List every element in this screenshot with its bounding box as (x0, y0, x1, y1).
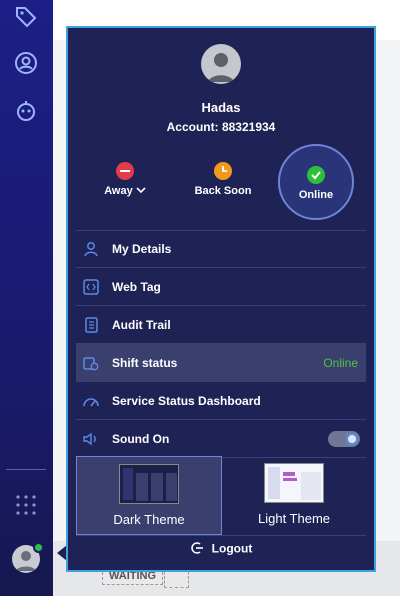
web-tag-label: Web Tag (112, 279, 161, 294)
logout-label: Logout (211, 541, 253, 556)
check-icon (307, 166, 325, 184)
gauge-icon (82, 392, 100, 410)
shift-icon (82, 354, 100, 372)
shift-status-label: Shift status (112, 355, 178, 370)
account-number: Account: 88321934 (166, 120, 276, 134)
logout-icon (190, 541, 204, 558)
chevron-down-icon[interactable] (136, 185, 146, 197)
clock-icon (214, 162, 232, 180)
dark-theme-option[interactable]: Dark Theme (76, 456, 222, 535)
menu-item-audit-trail[interactable]: Audit Trail (76, 306, 366, 344)
user-icon[interactable] (13, 50, 39, 76)
profile-panel: Hadas Account: 88321934 Away Back Soon O… (66, 26, 376, 572)
my-details-label: My Details (112, 242, 172, 256)
light-theme-option[interactable]: Light Theme (222, 456, 366, 535)
light-theme-preview (264, 463, 324, 503)
logout-button[interactable]: Logout (68, 541, 374, 558)
profile-avatar (201, 44, 241, 84)
status-back-soon-button[interactable]: Back Soon (188, 162, 258, 197)
profile-menu: My Details Web Tag Audit Trail Shift sta… (76, 230, 366, 458)
shift-status-value: Online (323, 355, 358, 370)
menu-item-web-tag[interactable]: Web Tag (76, 268, 366, 306)
menu-item-service-status[interactable]: Service Status Dashboard (76, 382, 366, 420)
status-away-button[interactable]: Away (100, 162, 150, 197)
profile-header: Hadas Account: 88321934 (68, 44, 374, 134)
notebook-icon (82, 316, 100, 334)
audit-trail-label: Audit Trail (112, 317, 171, 332)
status-away-label: Away (104, 185, 133, 197)
light-theme-label: Light Theme (257, 511, 331, 526)
sound-label: Sound On (112, 431, 170, 446)
status-back-soon-label: Back Soon (194, 185, 252, 197)
left-rail (0, 0, 53, 596)
bot-icon[interactable] (13, 98, 39, 124)
user-name: Hadas (201, 100, 241, 115)
tag-icon[interactable] (13, 4, 39, 30)
person-icon (82, 240, 100, 258)
speaker-icon (82, 430, 100, 448)
menu-item-sound: Sound On (76, 420, 366, 458)
online-status-dot (33, 542, 44, 553)
theme-selector: Dark Theme Light Theme (76, 456, 366, 536)
apps-grid-icon[interactable] (13, 492, 39, 518)
dark-theme-label: Dark Theme (113, 512, 185, 527)
status-online-label: Online (298, 189, 334, 201)
code-icon (82, 278, 100, 296)
dark-theme-preview (119, 464, 179, 504)
service-status-label: Service Status Dashboard (112, 393, 261, 408)
status-online-button[interactable]: Online (278, 144, 354, 220)
menu-item-shift-status[interactable]: Shift status Online (76, 344, 366, 382)
sound-toggle[interactable] (328, 431, 360, 447)
away-icon (116, 162, 134, 180)
rail-divider (6, 469, 46, 470)
menu-item-my-details[interactable]: My Details (76, 230, 366, 268)
status-selector: Away Back Soon Online (78, 144, 364, 220)
